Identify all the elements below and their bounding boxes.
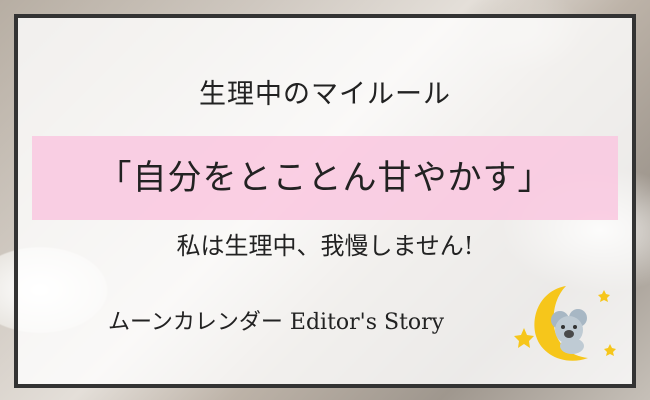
- card-headline: 「自分をとことん甘やかす」: [97, 158, 553, 198]
- card-subtitle: 生理中のマイルール: [199, 79, 451, 110]
- moon-koala-icon: [514, 286, 616, 361]
- card-tagline: 私は生理中、我慢しません!: [176, 232, 474, 260]
- editor-story-credit: ムーンカレンダー Editor's Story: [108, 310, 445, 335]
